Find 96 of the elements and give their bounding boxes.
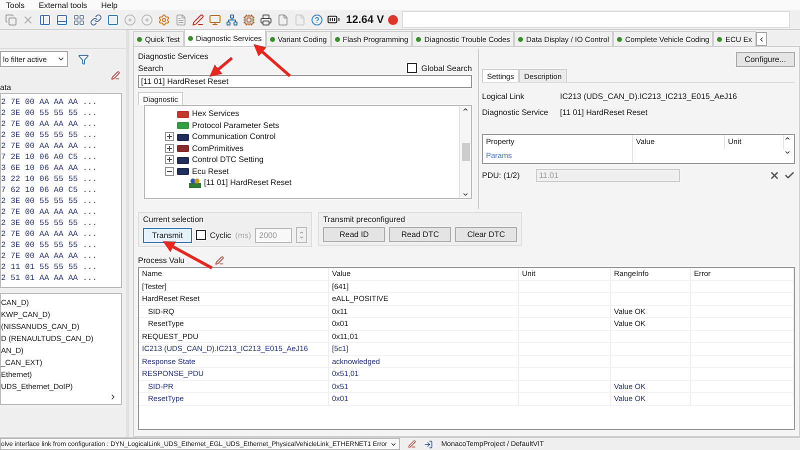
- cancel-icon[interactable]: [769, 170, 780, 181]
- field-label: Diagnostic Service: [482, 108, 550, 116]
- hex-row-text: 2 7E 00 AA AA AA ...: [1, 207, 98, 218]
- pen-icon[interactable]: [214, 256, 224, 265]
- configure-button[interactable]: Configure...: [736, 52, 795, 66]
- help-icon[interactable]: [310, 13, 323, 26]
- expand-toggle[interactable]: [165, 155, 174, 164]
- hex-row-text: 3 6E 10 06 AA AA ...: [1, 163, 98, 174]
- command-button[interactable]: Read DTC: [389, 227, 452, 242]
- field-label: PDU: (1/2): [482, 171, 521, 180]
- pen-icon[interactable]: [408, 440, 416, 448]
- file-icon[interactable]: [276, 13, 289, 26]
- command-button[interactable]: Read ID: [323, 227, 386, 242]
- hex-row-text: 3 22 10 06 55 55 ...: [1, 174, 98, 185]
- tree-item[interactable]: Communication Control: [192, 132, 276, 142]
- minus-icon: [167, 168, 172, 174]
- hex-row-text: 2 3E 00 55 55 55 ...: [1, 218, 98, 229]
- checkbox-label: Global Search: [421, 64, 472, 72]
- status-dot-icon: [388, 14, 398, 24]
- scroll-down-icon[interactable]: [462, 191, 469, 198]
- hex-row-text: 2 7E 00 AA AA AA ...: [1, 97, 98, 108]
- menu-item[interactable]: Help: [101, 0, 118, 10]
- hex-row-text: 2 3E 00 55 55 55 ...: [1, 196, 98, 207]
- panel-bottom-icon[interactable]: [55, 13, 68, 26]
- group-title: Transmit preconfigured: [323, 215, 406, 224]
- menu-item[interactable]: Tools: [6, 0, 25, 10]
- scroll-up-icon[interactable]: [462, 106, 469, 113]
- plus-icon: [167, 134, 172, 140]
- chevron-down-icon: [299, 235, 304, 240]
- field-value: IC213 (UDS_CAN_D).IC213_IC213_E015_AeJ16: [560, 92, 737, 100]
- gear-icon[interactable]: [157, 13, 170, 26]
- transmit-button[interactable]: Transmit: [143, 228, 192, 242]
- confirm-icon[interactable]: [784, 170, 795, 181]
- chevron-down-icon: [390, 440, 398, 448]
- plus-icon: [167, 157, 172, 162]
- checkbox-label: Cyclic: [210, 230, 232, 240]
- field-value: [11 01] HardReset Reset: [560, 108, 648, 116]
- arrow: [253, 44, 291, 78]
- monitor-icon[interactable]: [208, 13, 221, 26]
- link-icon[interactable]: [89, 13, 102, 26]
- pen-icon[interactable]: [191, 13, 204, 26]
- tree-item[interactable]: Control DTC Setting: [192, 155, 264, 164]
- tab-scroll-button[interactable]: [756, 32, 767, 46]
- search-label: Search: [138, 64, 164, 72]
- expand-toggle[interactable]: [165, 132, 174, 142]
- tree-item[interactable]: Hex Services: [192, 109, 240, 118]
- group-title: Current selection: [143, 215, 204, 224]
- printer-icon[interactable]: [259, 13, 272, 26]
- chevron-up-icon: [299, 230, 304, 235]
- hex-row-text: 2 51 01 AA AA AA ...: [1, 273, 98, 284]
- battery-icon: [327, 13, 340, 26]
- scroll-thumb[interactable]: [462, 143, 470, 161]
- section-title: Process Valu: [138, 256, 185, 265]
- chevron-down-icon: [57, 55, 65, 63]
- unit-label: (ms): [235, 230, 252, 240]
- menu-item[interactable]: External tools: [38, 0, 88, 10]
- search-field[interactable]: [11 01] HardReset Reset: [138, 75, 472, 88]
- column-header: ata: [0, 82, 12, 92]
- scroll-right-icon[interactable]: [109, 393, 117, 401]
- voltage-reading: 12.64 V: [346, 14, 384, 26]
- hex-row-text: 7 62 10 06 A0 C5 ...: [1, 185, 98, 196]
- tree-item[interactable]: Protocol Parameter Sets: [192, 120, 280, 130]
- grid-icon[interactable]: [72, 13, 85, 26]
- tree-item[interactable]: [11 01] HardReset Reset: [204, 178, 292, 188]
- plus-icon: [167, 146, 172, 151]
- filter-icon[interactable]: [78, 54, 89, 64]
- group-title: Diagnostic Services: [138, 52, 210, 61]
- hex-row-text: 2 7E 00 AA AA AA ...: [1, 119, 98, 130]
- hex-row-text: 2 3E 00 55 55 55 ...: [1, 130, 98, 141]
- field-label: Logical Link: [482, 92, 526, 100]
- hex-row-text: 2 3E 00 55 55 55 ...: [1, 240, 98, 251]
- service-icon: [189, 178, 201, 188]
- scroll-down-icon[interactable]: [784, 149, 791, 156]
- tree-item[interactable]: ComPrimitives: [192, 144, 244, 153]
- hex-row-text: 2 3E 00 55 55 55 ...: [1, 108, 98, 119]
- hex-row-text: 2 7E 00 AA AA AA ...: [1, 141, 98, 152]
- checkbox[interactable]: [196, 230, 206, 240]
- copy-icon[interactable]: [4, 13, 17, 26]
- panel-left-icon[interactable]: [38, 13, 51, 26]
- expand-toggle[interactable]: [165, 144, 174, 153]
- hex-row-text: 2 7E 00 AA AA AA ...: [1, 229, 98, 240]
- login-icon[interactable]: [424, 440, 434, 448]
- pen-icon[interactable]: [111, 70, 120, 80]
- hex-row-text: 7 2E 10 06 A0 C5 ...: [1, 152, 98, 163]
- expand-toggle[interactable]: [165, 166, 174, 176]
- hex-row-text: 2 11 01 55 55 55 ...: [1, 262, 98, 273]
- checkbox[interactable]: [407, 63, 418, 73]
- hex-row-text: 2 7E 00 AA AA AA ...: [1, 251, 98, 262]
- chip-icon[interactable]: [242, 13, 255, 26]
- scroll-up-icon[interactable]: [784, 135, 791, 142]
- arrow: [209, 56, 233, 77]
- command-button[interactable]: Clear DTC: [455, 227, 518, 242]
- chevron-left-icon: [758, 36, 765, 42]
- square-icon[interactable]: [106, 13, 119, 26]
- tree-item[interactable]: Ecu Reset: [192, 166, 229, 176]
- network-icon[interactable]: [225, 13, 238, 26]
